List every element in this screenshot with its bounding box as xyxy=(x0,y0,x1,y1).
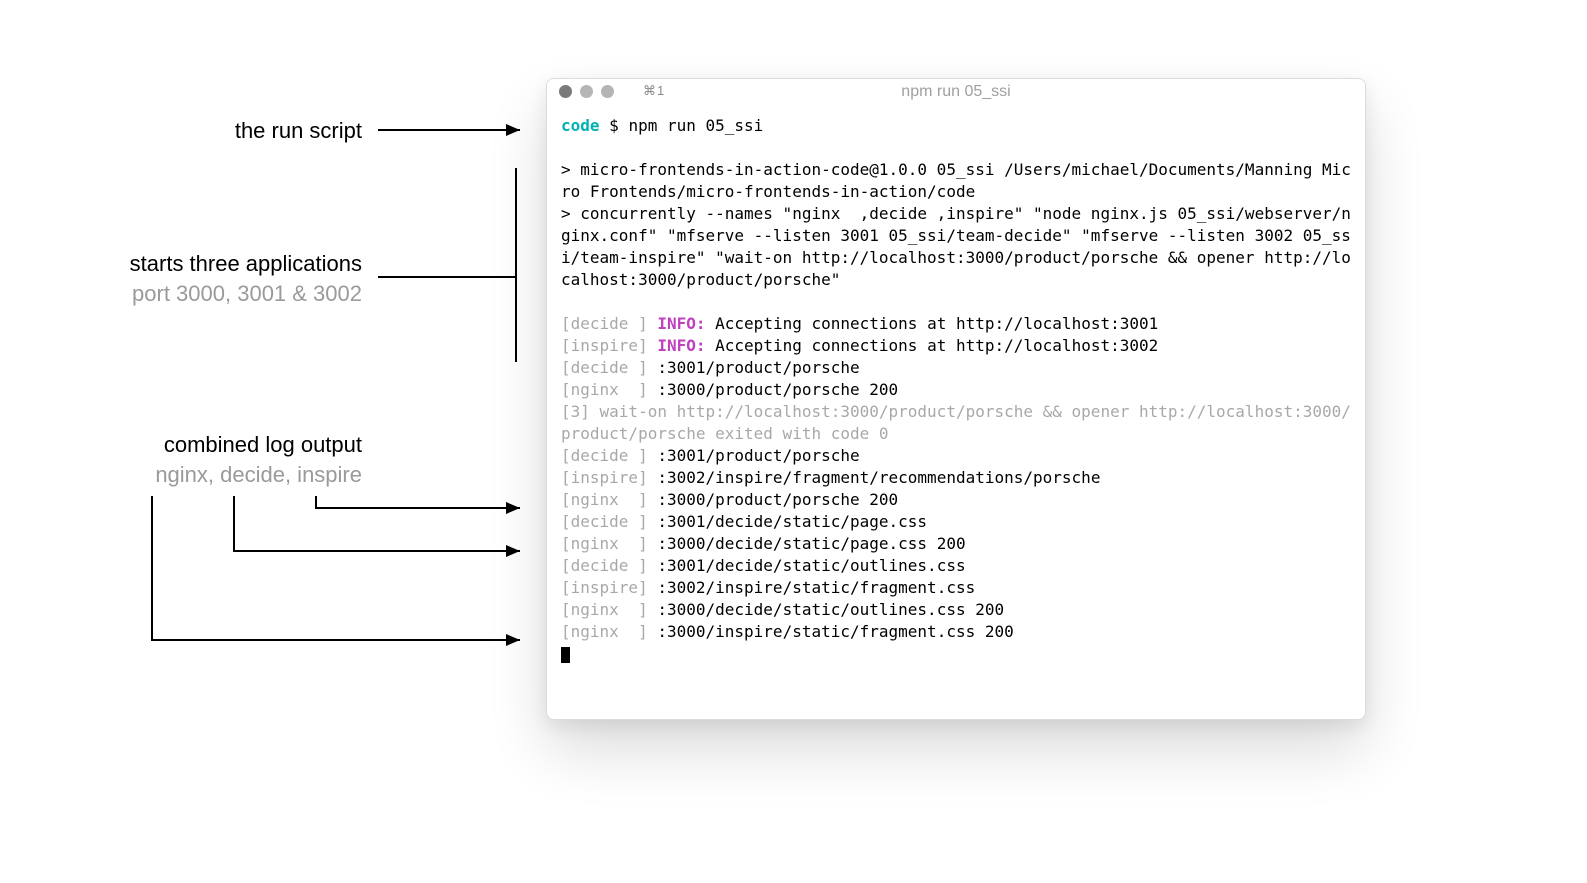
annotation-run-script: the run script xyxy=(80,116,362,146)
log-line: :3000/decide/static/page.css 200 xyxy=(648,534,966,553)
tag-decide: [decide ] xyxy=(561,314,648,333)
annotation-logs-line2: nginx, decide, inspire xyxy=(80,460,362,490)
log-wait-exit: [3] wait-on http://localhost:3000/produc… xyxy=(561,402,1351,443)
tag-nginx: [nginx ] xyxy=(561,622,648,641)
annotation-run-script-line1: the run script xyxy=(235,118,362,143)
tag-nginx: [nginx ] xyxy=(561,380,648,399)
log-line: :3000/inspire/static/fragment.css 200 xyxy=(648,622,1014,641)
tag-inspire: [inspire] xyxy=(561,468,648,487)
msg-inspire-accept: Accepting connections at http://localhos… xyxy=(706,336,1159,355)
diagram-stage: the run script starts three applications… xyxy=(0,0,1587,883)
terminal-titlebar: ⌘1 npm run 05_ssi xyxy=(547,79,1365,105)
out-header-2: > concurrently --names "nginx ,decide ,i… xyxy=(561,204,1351,289)
terminal-window: ⌘1 npm run 05_ssi code $ npm run 05_ssi … xyxy=(546,78,1366,720)
annotation-three-apps: starts three applications port 3000, 300… xyxy=(80,249,362,308)
annotation-logs-line1: combined log output xyxy=(80,430,362,460)
prompt-command: npm run 05_ssi xyxy=(628,116,763,135)
log-line: :3002/inspire/fragment/recommendations/p… xyxy=(648,468,1101,487)
annotation-logs: combined log output nginx, decide, inspi… xyxy=(80,430,362,489)
level-info: INFO: xyxy=(657,314,705,333)
level-info: INFO: xyxy=(657,336,705,355)
terminal-cursor xyxy=(561,647,570,663)
prompt-symbol: $ xyxy=(609,116,619,135)
tag-decide: [decide ] xyxy=(561,556,648,575)
tag-decide: [decide ] xyxy=(561,446,648,465)
log-line: :3001/product/porsche xyxy=(648,358,860,377)
tag-decide: [decide ] xyxy=(561,512,648,531)
prompt-cwd: code xyxy=(561,116,600,135)
tag-inspire: [inspire] xyxy=(561,578,648,597)
terminal-title: npm run 05_ssi xyxy=(547,83,1365,101)
log-line: :3001/product/porsche xyxy=(648,446,860,465)
tag-nginx: [nginx ] xyxy=(561,534,648,553)
log-line: :3001/decide/static/outlines.css xyxy=(648,556,966,575)
log-line: :3000/product/porsche 200 xyxy=(648,380,898,399)
msg-decide-accept: Accepting connections at http://localhos… xyxy=(706,314,1159,333)
annotation-three-apps-line2: port 3000, 3001 & 3002 xyxy=(80,279,362,309)
log-line: :3000/product/porsche 200 xyxy=(648,490,898,509)
log-line: :3001/decide/static/page.css xyxy=(648,512,927,531)
log-line: :3002/inspire/static/fragment.css xyxy=(648,578,976,597)
tag-decide: [decide ] xyxy=(561,358,648,377)
annotation-three-apps-line1: starts three applications xyxy=(80,249,362,279)
tag-inspire: [inspire] xyxy=(561,336,648,355)
log-line: :3000/decide/static/outlines.css 200 xyxy=(648,600,1004,619)
out-header-1: > micro-frontends-in-action-code@1.0.0 0… xyxy=(561,160,1351,201)
tag-nginx: [nginx ] xyxy=(561,600,648,619)
tag-nginx: [nginx ] xyxy=(561,490,648,509)
terminal-output[interactable]: code $ npm run 05_ssi > micro-frontends-… xyxy=(547,105,1365,679)
